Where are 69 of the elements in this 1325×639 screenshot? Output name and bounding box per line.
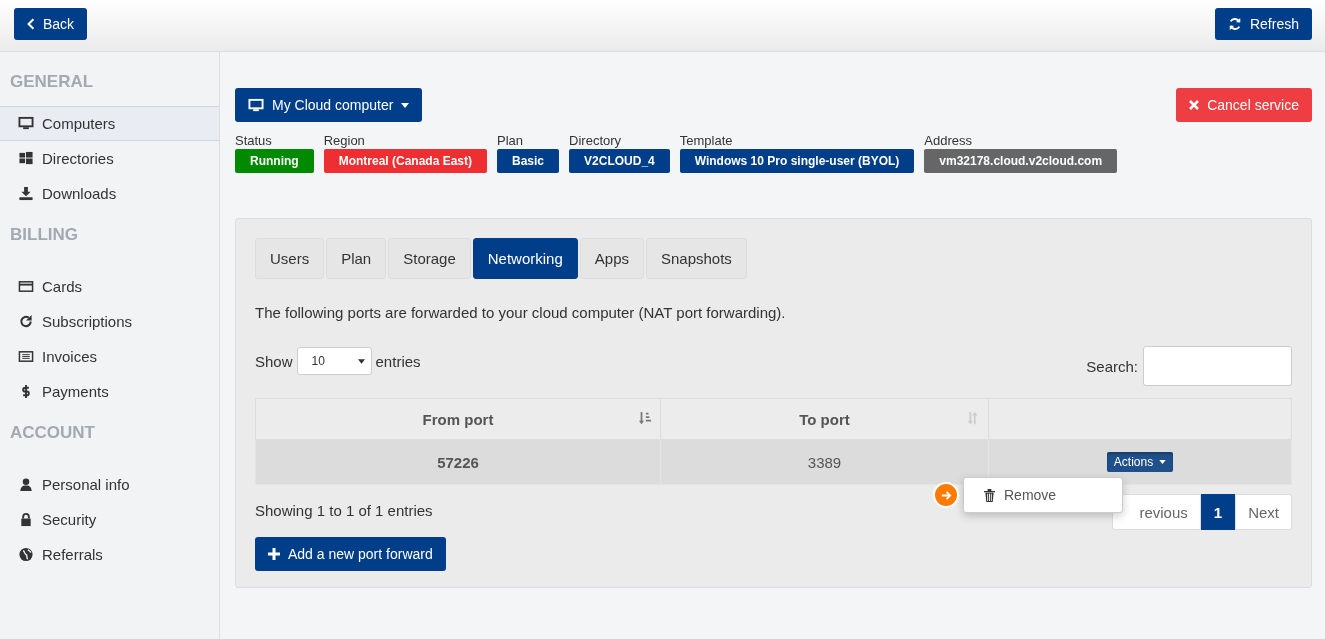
search-label: Search: xyxy=(1086,357,1138,375)
section-heading: GENERAL xyxy=(9,72,95,92)
field-label: Template xyxy=(679,133,734,148)
info-badge: Windows 10 Pro single-user (BYOL) xyxy=(679,149,915,173)
arrow-right-icon xyxy=(933,482,959,508)
sidebar-item[interactable]: Personal info xyxy=(0,467,219,502)
caret-icon xyxy=(357,358,365,364)
field-label: Address xyxy=(924,133,974,148)
show-label: Show xyxy=(255,352,293,370)
refresh-button[interactable]: Refresh xyxy=(1214,8,1312,40)
column-header[interactable]: From port xyxy=(255,398,661,440)
caret-icon xyxy=(1159,460,1167,464)
sidebar-item[interactable]: Security xyxy=(0,502,219,537)
refresh-icon xyxy=(1227,17,1242,31)
info-badge: Basic xyxy=(497,149,560,173)
field-label: Region xyxy=(323,133,366,148)
page-button[interactable]: Next xyxy=(1235,494,1292,530)
info-badge: Running xyxy=(235,149,314,173)
tab[interactable]: Users xyxy=(255,238,325,279)
sidebar-item[interactable]: Invoices xyxy=(0,339,219,374)
cancel-service-button[interactable]: Cancel service xyxy=(1176,88,1312,122)
entries-label: entries xyxy=(375,352,421,370)
description-text: The following ports are forwarded to your cloud computer (NAT port forwarding). xyxy=(255,304,787,321)
field-label: Status xyxy=(235,133,273,148)
sidebar-item[interactable]: Directories xyxy=(0,141,219,176)
tab[interactable]: Plan xyxy=(326,238,387,279)
info-badge: Montreal (Canada East) xyxy=(323,149,487,173)
entries-select[interactable]: 10 xyxy=(296,347,372,375)
actions-dropdown[interactable]: Actions xyxy=(1106,452,1174,472)
download-icon xyxy=(18,186,34,201)
section-heading: BILLING xyxy=(9,225,79,245)
sidebar-item[interactable]: Referrals xyxy=(0,537,219,572)
chevron-left-icon xyxy=(27,18,35,30)
trash-icon xyxy=(984,488,995,502)
sidebar-item[interactable]: Cards xyxy=(0,269,219,304)
lock-icon xyxy=(18,512,34,527)
monitor-icon xyxy=(18,116,34,131)
field-label: Directory xyxy=(569,133,623,148)
tab[interactable]: Apps xyxy=(579,238,644,279)
table-cell: 57226 xyxy=(255,439,661,485)
user-icon xyxy=(18,477,34,492)
add-port-forward-button[interactable]: Add a new port forward xyxy=(255,537,446,571)
column-header[interactable]: To port xyxy=(660,398,989,440)
sidebar-item[interactable]: Subscriptions xyxy=(0,304,219,339)
page-button[interactable]: 1 xyxy=(1200,494,1236,530)
caret-icon xyxy=(401,102,410,108)
search-field[interactable] xyxy=(1143,346,1292,386)
globe-icon xyxy=(18,547,34,562)
close-icon xyxy=(1189,100,1200,110)
section-heading: ACCOUNT xyxy=(9,423,96,443)
entries-info: Showing 1 to 1 of 1 entries xyxy=(255,502,433,519)
info-badge: vm32178.cloud.v2cloud.com xyxy=(924,149,1118,173)
card-icon xyxy=(18,279,34,294)
field-label: Plan xyxy=(497,133,525,148)
refresh-icon xyxy=(18,314,34,329)
list-icon xyxy=(18,349,34,364)
sidebar-item[interactable]: Computers xyxy=(0,106,219,141)
windows-icon xyxy=(18,151,34,166)
tab[interactable]: Storage xyxy=(388,238,471,279)
page-button[interactable]: revious xyxy=(1112,494,1201,530)
monitor-icon xyxy=(248,97,264,113)
back-button[interactable]: Back xyxy=(14,8,88,40)
sidebar-item[interactable]: Downloads xyxy=(0,176,219,211)
computer-dropdown[interactable]: My Cloud computer xyxy=(235,88,423,122)
sidebar-item[interactable]: Payments xyxy=(0,374,219,409)
plus-icon xyxy=(268,548,280,560)
tab[interactable]: Snapshots xyxy=(646,238,747,279)
info-badge: V2CLOUD_4 xyxy=(569,149,670,173)
tab[interactable]: Networking xyxy=(472,238,578,279)
